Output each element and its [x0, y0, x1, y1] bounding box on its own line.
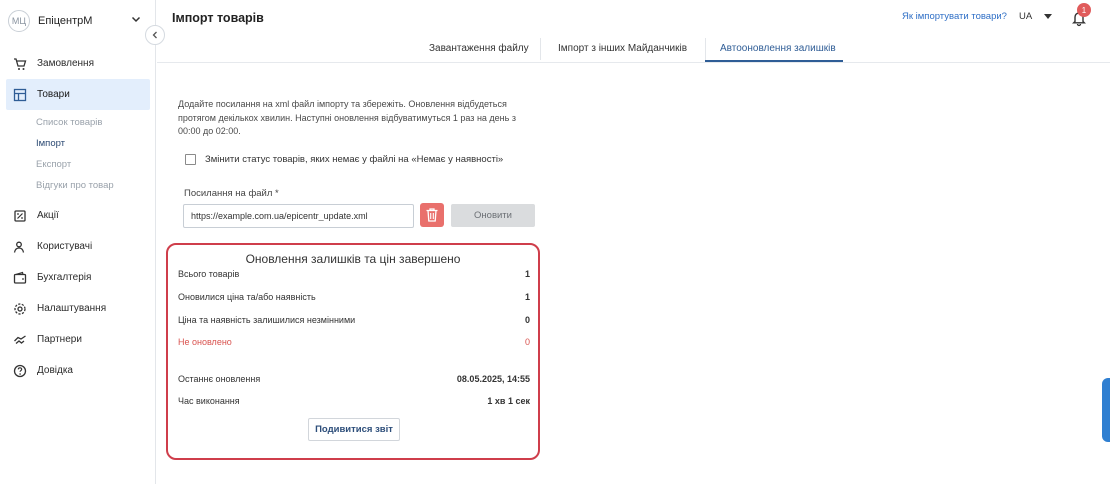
result-row-value: 0	[524, 315, 530, 325]
refresh-button[interactable]: Оновити	[451, 204, 535, 227]
result-row-value: 1	[524, 292, 530, 302]
main-nav: Замовлення Товари Список товарів Імпорт …	[0, 48, 156, 386]
store-name: ЕпіцентрМ	[38, 15, 93, 27]
result-row-last-update: Останнє оновлення 08.05.2025, 14:55	[178, 374, 530, 384]
tab-auto-update-stock[interactable]: Автооновлення залишків	[720, 43, 836, 54]
language-value: UA	[1019, 11, 1033, 22]
chevron-down-icon	[131, 16, 141, 23]
duration-value: 1 хв 1 сек	[487, 396, 530, 406]
file-url-input[interactable]	[183, 204, 414, 228]
language-selector[interactable]: UA	[1019, 11, 1053, 22]
status-change-label: Змінити статус товарів, яких немає у фай…	[205, 154, 504, 165]
nav-item-label: Бухгалтерія	[37, 272, 92, 283]
products-subnav: Список товарів Імпорт Експорт Відгуки пр…	[0, 110, 156, 200]
sidebar-collapse-button[interactable]	[145, 25, 165, 45]
nav-item-label: Замовлення	[37, 58, 94, 69]
users-icon	[12, 239, 28, 255]
last-update-value: 08.05.2025, 14:55	[456, 374, 530, 384]
subnav-item-reviews[interactable]: Відгуки про товар	[0, 175, 156, 196]
nav-item-label: Партнери	[37, 334, 82, 345]
last-update-label: Останнє оновлення	[178, 374, 261, 384]
subnav-item-product-list[interactable]: Список товарів	[0, 112, 156, 133]
nav-item-label: Довідка	[37, 365, 73, 376]
chevron-left-icon	[152, 31, 157, 39]
file-url-label: Посилання на файл *	[184, 188, 279, 199]
page-title: Імпорт товарів	[172, 11, 264, 25]
tab-import-marketplaces[interactable]: Імпорт з інших Майданчиків	[558, 43, 687, 54]
handshake-icon	[12, 332, 28, 348]
nav-item-orders[interactable]: Замовлення	[0, 48, 156, 79]
status-change-checkbox[interactable]	[185, 154, 196, 165]
subnav-item-import[interactable]: Імпорт	[0, 133, 156, 154]
result-row-value: 0	[524, 337, 530, 347]
import-tabs: Завантаження файлу Імпорт з інших Майдан…	[157, 36, 1110, 63]
status-change-option[interactable]: Змінити статус товарів, яких немає у фай…	[185, 154, 503, 165]
tab-divider	[540, 38, 541, 60]
duration-label: Час виконання	[178, 396, 240, 406]
store-switcher[interactable]: МЦ ЕпіцентрМ	[8, 8, 148, 34]
notification-badge: 1	[1077, 3, 1091, 17]
nav-item-users[interactable]: Користувачі	[0, 231, 156, 262]
result-row-label: Ціна та наявність залишилися незмінними	[178, 315, 356, 325]
nav-item-settings[interactable]: Налаштування	[0, 293, 156, 324]
nav-item-label: Користувачі	[37, 241, 93, 252]
result-row-label: Всього товарів	[178, 269, 240, 279]
caret-down-icon	[1044, 14, 1053, 19]
result-row-label: Не оновлено	[178, 337, 232, 347]
update-result-card: Оновлення залишків та цін завершено Всьо…	[166, 243, 540, 460]
result-row-total: Всього товарів 1	[178, 269, 530, 279]
result-row-label: Оновилися ціна та/або наявність	[178, 292, 316, 302]
result-row-duration: Час виконання 1 хв 1 сек	[178, 396, 530, 406]
store-logo: МЦ	[8, 10, 30, 32]
nav-item-promotions[interactable]: Акції	[0, 200, 156, 231]
result-row-value: 1	[524, 269, 530, 279]
nav-item-partners[interactable]: Партнери	[0, 324, 156, 355]
nav-item-accounting[interactable]: Бухгалтерія	[0, 262, 156, 293]
sidebar: МЦ ЕпіцентрМ Замовлення Товари Список то…	[0, 0, 156, 484]
products-icon	[12, 87, 28, 103]
active-tab-indicator	[705, 60, 843, 62]
subnav-item-export[interactable]: Експорт	[0, 154, 156, 175]
promo-icon	[12, 208, 28, 224]
result-row-updated: Оновилися ціна та/або наявність 1	[178, 292, 530, 302]
nav-item-label: Акції	[37, 210, 59, 221]
nav-item-help[interactable]: Довідка	[0, 355, 156, 386]
nav-item-label: Товари	[37, 89, 70, 100]
result-row-unchanged: Ціна та наявність залишилися незмінними …	[178, 315, 530, 325]
wallet-icon	[12, 270, 28, 286]
nav-item-label: Налаштування	[37, 303, 107, 314]
help-link[interactable]: Як імпортувати товари?	[902, 11, 1007, 22]
view-report-button[interactable]: Подивитися звіт	[308, 418, 400, 441]
tab-file-upload[interactable]: Завантаження файлу	[429, 43, 529, 54]
delete-file-button[interactable]	[420, 203, 444, 227]
import-description: Додайте посилання на xml файл імпорту та…	[178, 99, 516, 136]
cart-icon	[12, 56, 28, 72]
result-row-not-updated: Не оновлено 0	[178, 337, 530, 347]
nav-item-products[interactable]: Товари	[6, 79, 150, 110]
gear-icon	[12, 301, 28, 317]
page-header: Імпорт товарів Як імпортувати товари? UA…	[157, 0, 1110, 36]
tab-divider	[705, 38, 706, 60]
result-title: Оновлення залишків та цін завершено	[245, 252, 461, 266]
trash-icon	[426, 208, 438, 222]
help-icon	[12, 363, 28, 379]
support-widget-tab[interactable]	[1102, 378, 1110, 442]
